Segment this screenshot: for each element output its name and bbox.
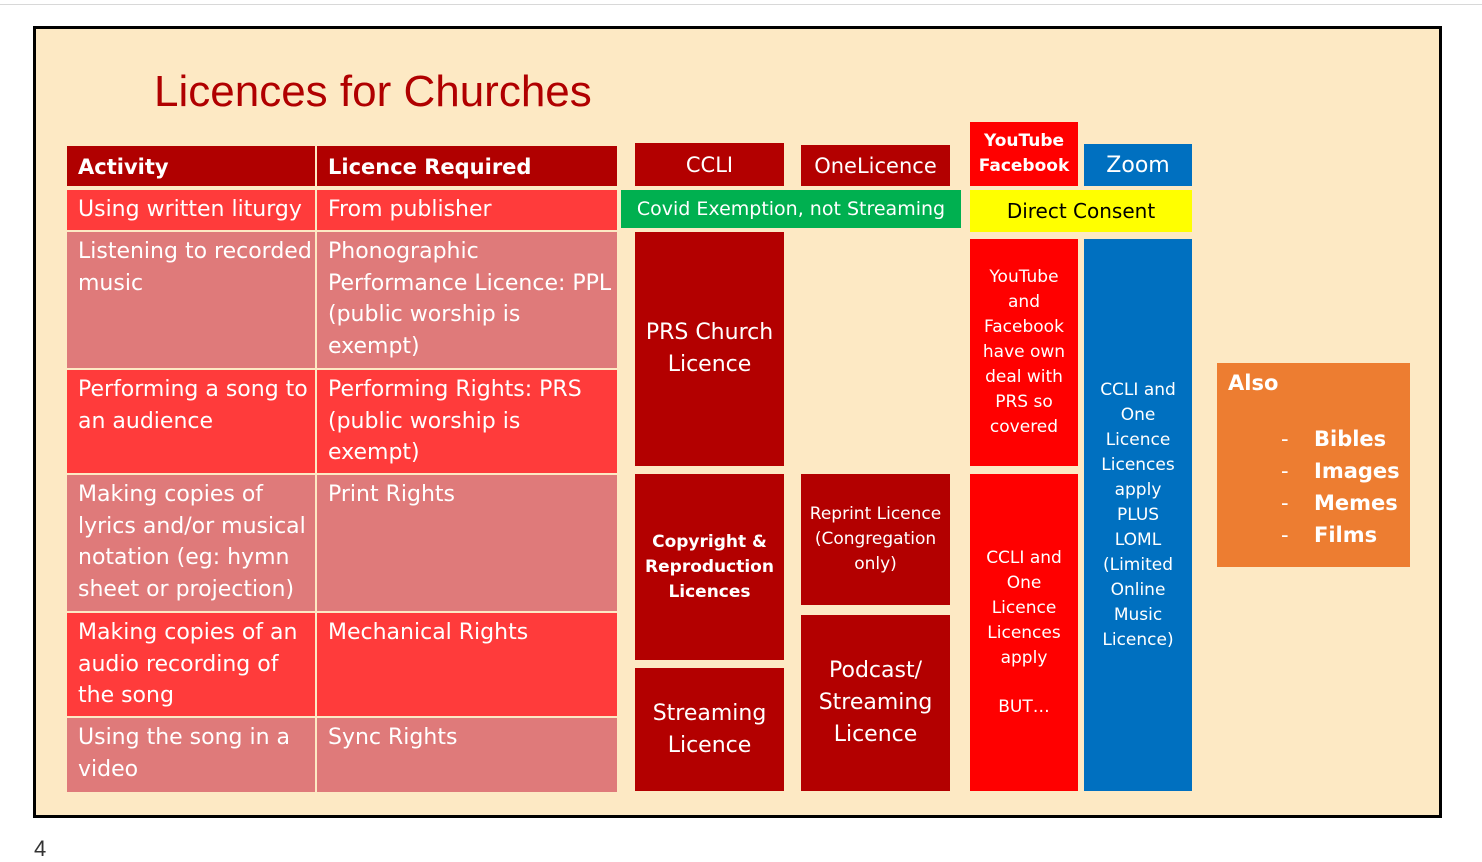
- copyright-reproduction-licences: Copyright & Reproduction Licences: [635, 474, 784, 660]
- row-6-activity: Using the song in a video: [67, 718, 315, 792]
- also-item: - Images: [1281, 459, 1400, 483]
- covid-exemption-band: Covid Exemption, not Streaming: [621, 190, 961, 228]
- youtube-prs-covered: YouTube and Facebook have own deal with …: [970, 239, 1078, 466]
- ccli-streaming-licence: Streaming Licence: [635, 668, 784, 791]
- row-1-activity: Using written liturgy: [67, 190, 315, 230]
- zoom-header: Zoom: [1084, 144, 1192, 186]
- row-5-activity: Making copies of an audio recording of t…: [67, 613, 315, 716]
- youtube-ccli-apply-text: CCLI and One Licence Licences apply: [986, 547, 1062, 668]
- prs-church-licence: PRS Church Licence: [635, 232, 784, 466]
- header-licence: Licence Required: [317, 146, 617, 186]
- direct-consent-band: Direct Consent: [970, 190, 1192, 232]
- also-item: - Memes: [1281, 491, 1398, 515]
- youtube-ccli-but: CCLI and One Licence Licences apply BUT…: [970, 474, 1078, 791]
- also-box: Also - Bibles - Images - Memes - Films: [1217, 363, 1410, 567]
- reprint-licence: Reprint Licence (Congregation only): [801, 474, 950, 605]
- row-2-activity: Listening to recorded music: [67, 232, 315, 368]
- youtube-but-text: BUT…: [998, 696, 1050, 717]
- row-3-activity: Performing a song to an audience: [67, 370, 315, 473]
- podcast-streaming-licence: Podcast/ Streaming Licence: [801, 615, 950, 791]
- row-3-licence: Performing Rights: PRS (public worship i…: [317, 370, 617, 473]
- youtube-facebook-header: YouTube Facebook: [970, 122, 1078, 186]
- row-4-activity: Making copies of lyrics and/or musical n…: [67, 475, 315, 611]
- also-item: - Bibles: [1281, 427, 1387, 451]
- row-2-licence: Phonographic Performance Licence: PPL (p…: [317, 232, 617, 368]
- page-number: 4: [34, 836, 47, 861]
- slide: Licences for Churches Activity Licence R…: [33, 26, 1442, 818]
- header-activity: Activity: [67, 146, 315, 186]
- also-list: - Bibles - Images - Memes - Films: [1228, 423, 1400, 551]
- onelicence-header: OneLicence: [801, 145, 950, 186]
- zoom-loml-note: CCLI and One Licence Licences apply PLUS…: [1084, 239, 1192, 791]
- slide-title: Licences for Churches: [154, 67, 592, 116]
- row-1-licence: From publisher: [317, 190, 617, 230]
- also-title: Also: [1228, 371, 1279, 395]
- row-6-licence: Sync Rights: [317, 718, 617, 792]
- row-4-licence: Print Rights: [317, 475, 617, 611]
- row-5-licence: Mechanical Rights: [317, 613, 617, 716]
- ccli-header: CCLI: [635, 143, 784, 186]
- top-rule: [0, 0, 1482, 5]
- also-item: - Films: [1281, 523, 1378, 547]
